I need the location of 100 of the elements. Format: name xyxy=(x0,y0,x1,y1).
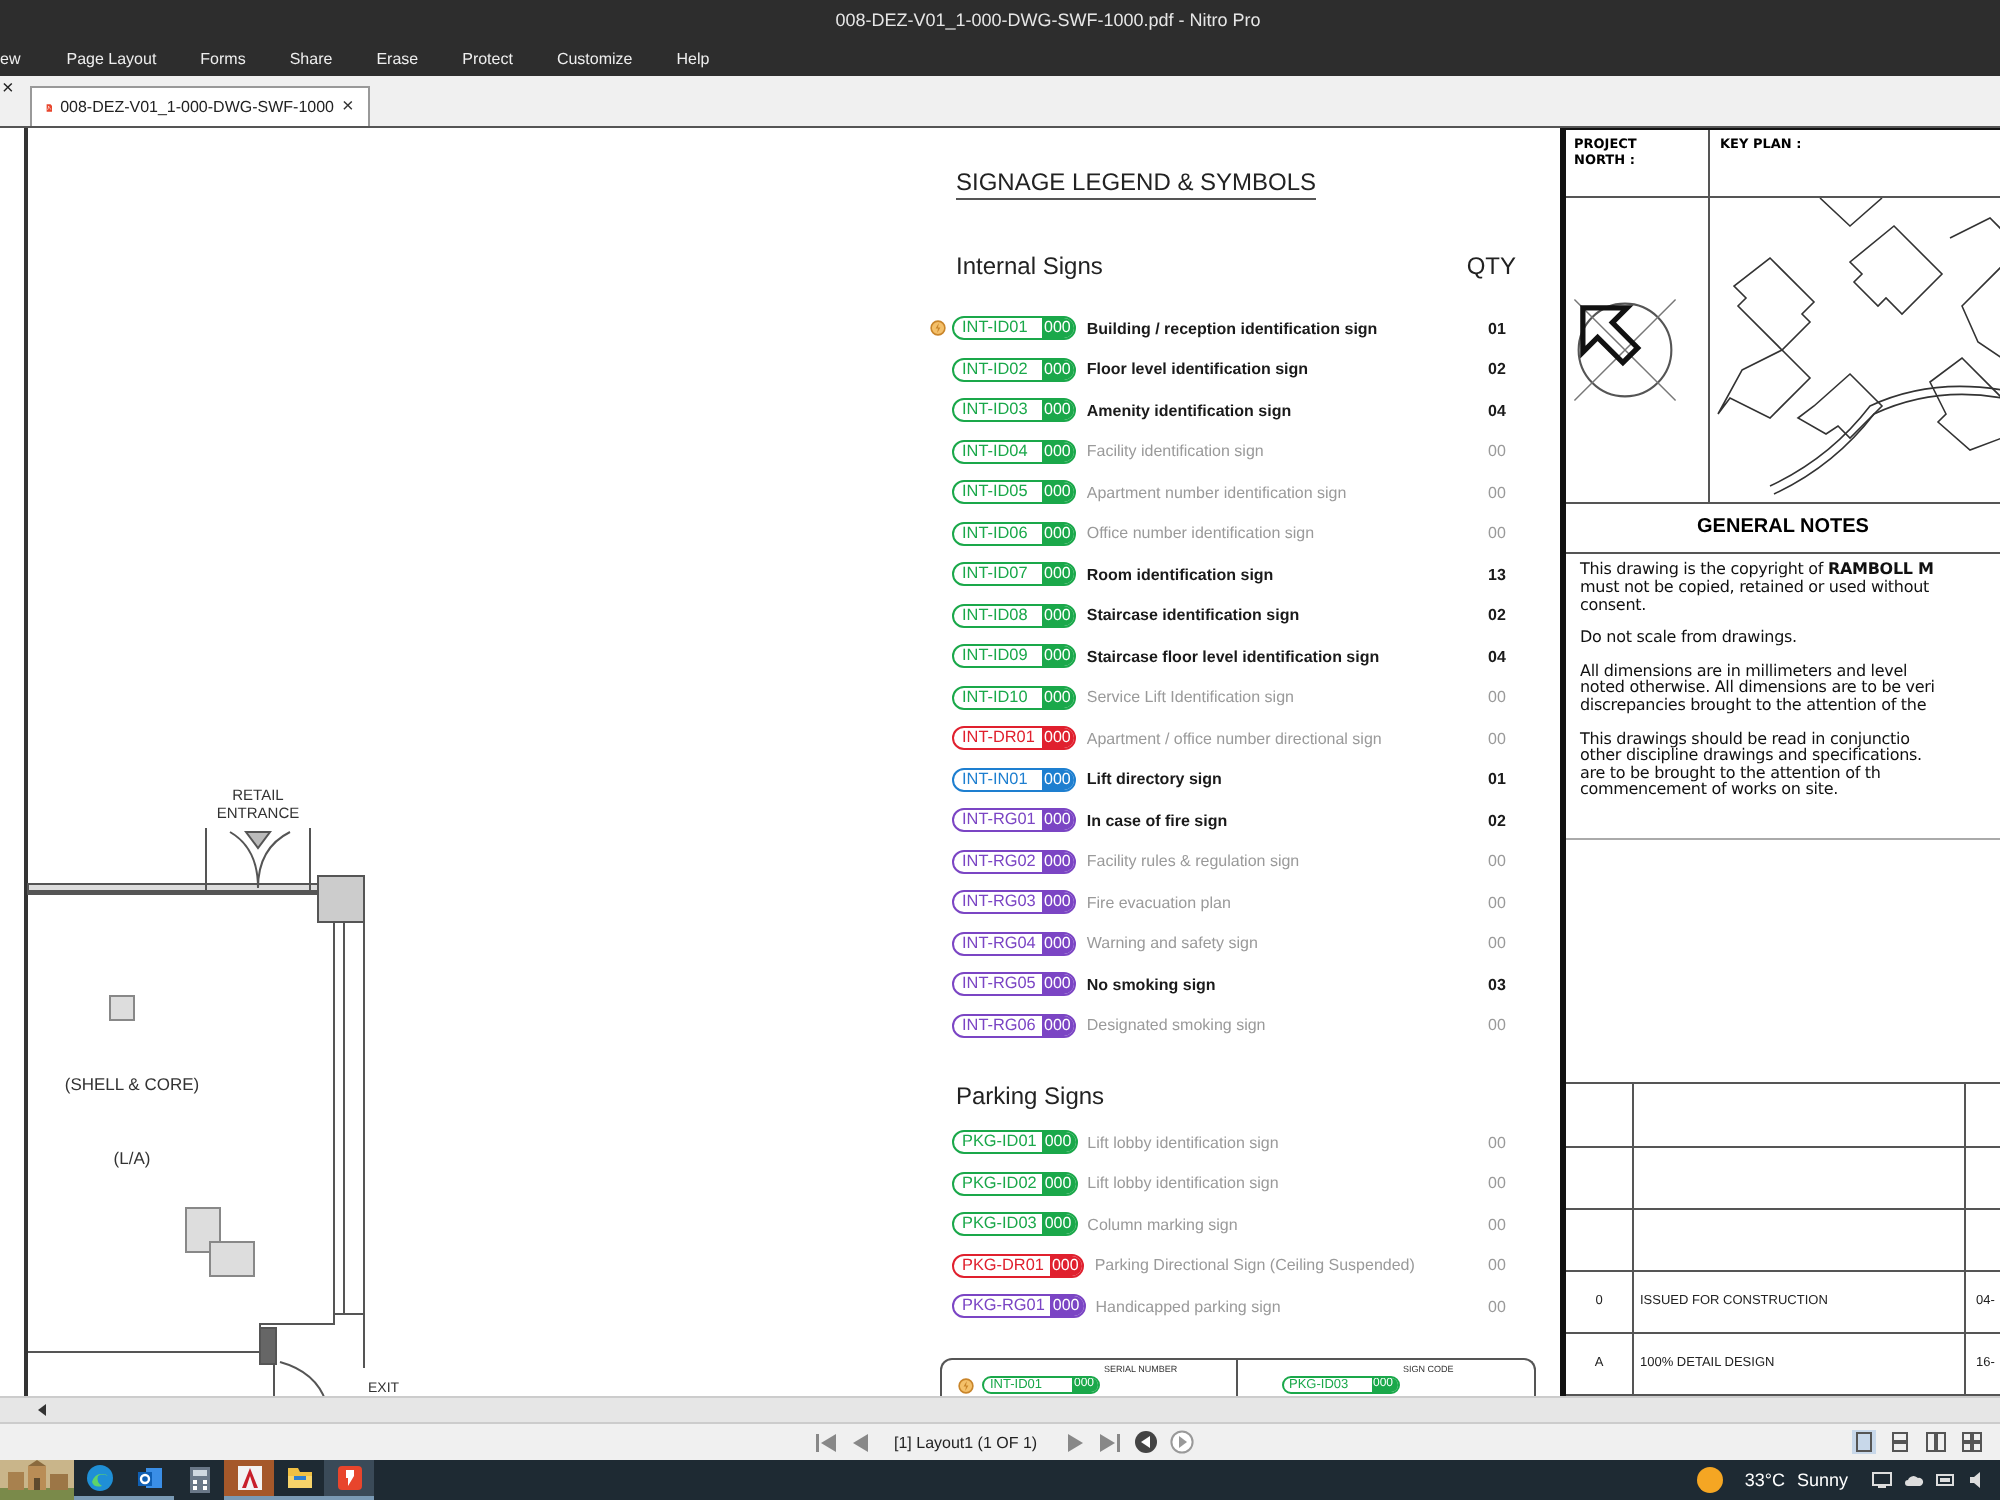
sign-quantity: 00 xyxy=(1488,1297,1508,1316)
sign-description: Service Lift Identification sign xyxy=(1086,688,1296,707)
sign-code: INT-ID02 xyxy=(960,359,1030,380)
sign-description: Parking Directional Sign (Ceiling Suspended) xyxy=(1094,1256,1417,1275)
menu-item[interactable]: Forms xyxy=(178,42,268,74)
note-paragraph: All dimensions are in millimeters and level noted otherwise. All dimensions are to be veri discrepancies brought to the attention of the xyxy=(1580,663,1937,716)
sign-description: Fire evacuation plan xyxy=(1086,893,1233,912)
serial-number: 000 xyxy=(1042,933,1075,954)
serial-number: 000 xyxy=(1042,1015,1075,1036)
sign-code: INT-ID05 xyxy=(960,482,1030,503)
notes-heading: GENERAL NOTES xyxy=(1566,504,2000,555)
sign-code: PKG-ID03 xyxy=(960,1214,1039,1235)
serial-number: 000 xyxy=(1042,359,1075,380)
sign-code: PKG-ID01 xyxy=(960,1132,1039,1153)
sign-quantity: 01 xyxy=(1488,770,1508,789)
sign-description: Floor level identification sign xyxy=(1086,360,1311,379)
forward-icon[interactable] xyxy=(1169,1430,1194,1454)
sign-quantity: 00 xyxy=(1488,1133,1508,1152)
taskbar-app-button[interactable] xyxy=(74,1460,124,1500)
serial-number: 000 xyxy=(1042,605,1075,626)
weather-temperature[interactable]: 33°C xyxy=(1744,1470,1785,1490)
sign-code: INT-ID08 xyxy=(960,605,1030,626)
serial-number: 000 xyxy=(1050,1296,1084,1317)
note-paragraph: This drawings should be read in conjunctio other discipline drawings and specifications. are to be brought to the attention of th commencement of works on site. xyxy=(1580,731,1924,800)
serial-number: 000 xyxy=(1042,687,1075,708)
previous-page-icon[interactable] xyxy=(850,1431,870,1453)
column-heading: QTY xyxy=(1466,252,1516,280)
sign-quantity: 00 xyxy=(1488,934,1508,953)
sign-code: INT-RG06 xyxy=(960,1015,1038,1036)
menu-item[interactable]: Erase xyxy=(354,42,441,74)
sign-description: Amenity identification sign xyxy=(1086,401,1294,420)
serial-number: 000 xyxy=(1042,851,1075,872)
facing-pages-icon[interactable] xyxy=(1924,1430,1948,1454)
sign-quantity: 00 xyxy=(1488,442,1508,461)
sign-description: Apartment / office number directional sign xyxy=(1086,729,1384,748)
sign-code: INT-ID07 xyxy=(960,564,1030,585)
sign-code: INT-RG03 xyxy=(960,892,1038,913)
serial-number: 000 xyxy=(1042,400,1075,421)
note-paragraph: This drawing is the copyright of RAMBOLL M must not be copied, retained or used without consent. xyxy=(1580,562,1936,615)
area-code-label: (L/A) xyxy=(113,1148,151,1168)
folder-icon xyxy=(285,1466,313,1490)
sign-code: PKG-DR01 xyxy=(960,1255,1046,1276)
sign-description: Facility rules & regulation sign xyxy=(1086,852,1302,871)
swirl-icon xyxy=(85,1464,113,1492)
sign-description: No smoking sign xyxy=(1086,975,1218,994)
weather-condition[interactable]: Sunny xyxy=(1796,1470,1848,1490)
monitor-icon[interactable] xyxy=(1872,1470,1892,1490)
menu-item[interactable]: Page Layout xyxy=(44,42,179,74)
next-page-icon[interactable] xyxy=(1065,1431,1086,1453)
sign-quantity: 04 xyxy=(1488,401,1508,420)
sign-description: Column marking sign xyxy=(1087,1215,1240,1234)
sign-description: Warning and safety sign xyxy=(1086,934,1260,953)
serial-number: 000 xyxy=(1042,318,1075,339)
lightning-icon xyxy=(958,1378,974,1394)
page-indicator[interactable]: [1] Layout1 (1 OF 1) xyxy=(894,1433,1038,1451)
last-page-icon[interactable] xyxy=(1097,1431,1122,1453)
sign-code: PKG-RG01 xyxy=(960,1296,1047,1317)
sign-code: INT-ID09 xyxy=(960,646,1030,667)
battery-icon[interactable] xyxy=(1936,1470,1956,1490)
sign-code: INT-IN01 xyxy=(960,769,1030,790)
menu-item[interactable]: Customize xyxy=(534,42,655,74)
sign-quantity: 00 xyxy=(1488,1174,1508,1193)
sign-description: Room identification sign xyxy=(1086,565,1276,584)
sign-description: Handicapped parking sign xyxy=(1095,1297,1283,1316)
continuous-page-icon[interactable] xyxy=(1888,1430,1912,1454)
document-tab[interactable]: 008-DEZ-V01_1-000-DWG-SWF-1000 × xyxy=(29,86,370,126)
back-icon[interactable] xyxy=(1133,1430,1158,1454)
menu-item[interactable]: Help xyxy=(654,42,732,74)
menu-item[interactable]: Protect xyxy=(440,42,535,74)
sign-description: Building / reception identification sign xyxy=(1086,319,1380,338)
note-paragraph: Do not scale from drawings. xyxy=(1580,630,1799,648)
sign-code: INT-RG02 xyxy=(960,851,1038,872)
sign-description: In case of fire sign xyxy=(1086,811,1230,830)
close-button[interactable]: × xyxy=(2,78,14,102)
section-heading: Internal Signs xyxy=(956,252,1103,280)
sign-code: INT-ID01 xyxy=(960,318,1030,339)
cloud-icon[interactable] xyxy=(1904,1470,1924,1490)
single-page-icon[interactable] xyxy=(1852,1430,1876,1454)
sign-quantity: 02 xyxy=(1488,811,1508,830)
sign-code: INT-ID06 xyxy=(960,523,1030,544)
lightning-icon xyxy=(930,318,946,339)
legend-title: SIGNAGE LEGEND & SYMBOLS xyxy=(956,168,1317,200)
sign-quantity: 00 xyxy=(1488,524,1508,543)
taskbar-app-button[interactable] xyxy=(324,1460,374,1500)
menu-item[interactable]: ew xyxy=(0,42,45,74)
serial-number: 000 xyxy=(1042,1214,1076,1235)
menu-item[interactable]: Share xyxy=(267,42,355,74)
sign-quantity: 04 xyxy=(1488,647,1508,666)
sign-quantity: 00 xyxy=(1488,729,1508,748)
grid-pages-icon[interactable] xyxy=(1960,1430,1984,1454)
horizontal-scrollbar[interactable] xyxy=(0,1396,2000,1422)
left-arrow-icon[interactable] xyxy=(34,1402,50,1418)
sign-description: Lift lobby identification sign xyxy=(1087,1133,1281,1152)
first-page-icon[interactable] xyxy=(814,1431,838,1453)
close-icon[interactable]: × xyxy=(342,96,354,118)
sign-quantity: 01 xyxy=(1488,319,1508,338)
sign-quantity: 03 xyxy=(1488,975,1508,994)
section-heading: Parking Signs xyxy=(956,1082,1105,1110)
serial-number: 000 xyxy=(1042,892,1075,913)
window-title: 008-DEZ-V01_1-000-DWG-SWF-1000.pdf - Nitro Pro xyxy=(833,10,1261,30)
